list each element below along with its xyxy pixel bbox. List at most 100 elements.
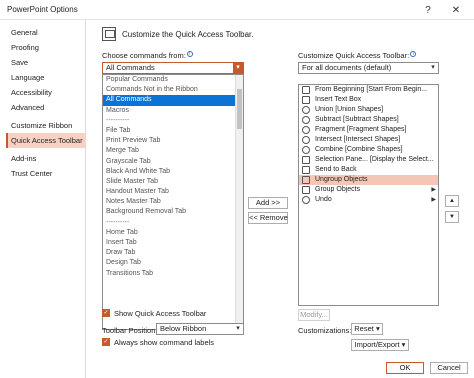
list-item-label: Undo	[315, 196, 332, 203]
add-button[interactable]: Add >>	[248, 197, 288, 209]
dropdown-option[interactable]: Background Removal Tab	[103, 207, 243, 217]
window-title: PowerPoint Options	[7, 5, 78, 14]
list-item-label: Insert Text Box	[315, 96, 362, 103]
modify-button[interactable]: Modify...	[298, 309, 330, 321]
page-title: Customize the Quick Access Toolbar.	[122, 30, 254, 39]
list-item[interactable]: Union [Union Shapes]	[299, 105, 438, 115]
chevron-down-icon[interactable]: ▾	[233, 324, 243, 334]
nav-item-save[interactable]: Save	[6, 55, 86, 70]
dropdown-option[interactable]: Handout Master Tab	[103, 187, 243, 197]
list-item-label: Subtract [Subtract Shapes]	[315, 116, 399, 123]
dropdown-option[interactable]: Macros	[103, 106, 243, 116]
nav-item-proofing[interactable]: Proofing	[6, 40, 86, 55]
nav-item-accessibility[interactable]: Accessibility	[6, 85, 86, 100]
dropdown-option[interactable]: Black And White Tab	[103, 167, 243, 177]
list-item[interactable]: Insert Text Box	[299, 95, 438, 105]
textbox-icon	[302, 96, 310, 104]
import-export-button[interactable]: Import/Export ▾	[351, 339, 409, 351]
list-item[interactable]: Selection Pane... [Display the Select...	[299, 155, 438, 165]
dropdown-option[interactable]: File Tab	[103, 126, 243, 136]
nav-item-trust-center[interactable]: Trust Center	[6, 166, 86, 181]
ok-button[interactable]: OK	[386, 362, 424, 374]
commands-dropdown-list[interactable]: Popular Commands Commands Not in the Rib…	[102, 74, 244, 330]
always-show-labels-checkbox[interactable]: ✓	[102, 338, 110, 346]
subtract-icon	[302, 116, 310, 124]
dropdown-option[interactable]: Design Tab	[103, 258, 243, 268]
list-item[interactable]: Send to Back	[299, 165, 438, 175]
move-up-button[interactable]: ▲	[445, 195, 459, 207]
fragment-icon	[302, 126, 310, 134]
customizations-label: Customizations:	[298, 326, 352, 335]
customize-scope-select[interactable]: For all documents (default) ▾	[298, 62, 439, 74]
dropdown-option[interactable]: Insert Tab	[103, 238, 243, 248]
list-item-selected[interactable]: Ungroup Objects	[299, 175, 438, 185]
dropdown-option[interactable]: Slide Master Tab	[103, 177, 243, 187]
dropdown-option[interactable]: Popular Commands	[103, 75, 243, 85]
list-item-label: From Beginning [Start From Begin...	[315, 86, 428, 93]
title-bar: PowerPoint Options ? ✕	[0, 0, 474, 20]
list-item[interactable]: Subtract [Subtract Shapes]	[299, 115, 438, 125]
list-item-label: Selection Pane... [Display the Select...	[315, 156, 434, 163]
nav-item-advanced[interactable]: Advanced	[6, 100, 86, 115]
choose-commands-label: Choose commands from: i	[102, 51, 193, 60]
list-item-label: Ungroup Objects	[315, 176, 368, 183]
chevron-down-icon[interactable]: ▾	[233, 63, 243, 73]
chevron-down-icon[interactable]: ▾	[428, 63, 438, 73]
show-toolbar-checkbox[interactable]: ✓	[102, 309, 110, 317]
union-icon	[302, 106, 310, 114]
dropdown-option[interactable]: Grayscale Tab	[103, 157, 243, 167]
dropdown-option[interactable]: Print Preview Tab	[103, 136, 243, 146]
list-item[interactable]: Fragment [Fragment Shapes]	[299, 125, 438, 135]
toolbar-position-select[interactable]: Below Ribbon ▾	[156, 323, 244, 335]
help-button[interactable]: ?	[420, 2, 436, 18]
choose-commands-text: Choose commands from:	[102, 51, 186, 60]
list-item-label: Send to Back	[315, 166, 357, 173]
scrollbar-thumb[interactable]	[237, 89, 242, 129]
combine-icon	[302, 146, 310, 154]
reset-button[interactable]: Reset ▾	[351, 323, 383, 335]
info-icon: i	[186, 51, 193, 57]
nav-item-customize-ribbon[interactable]: Customize Ribbon	[6, 118, 86, 133]
list-item[interactable]: Intersect [Intersect Shapes]	[299, 135, 438, 145]
list-item[interactable]: From Beginning [Start From Begin...	[299, 85, 438, 95]
dropdown-option[interactable]: Merge Tab	[103, 146, 243, 156]
choose-commands-value: All Commands	[106, 63, 155, 72]
nav-item-quick-access-toolbar[interactable]: Quick Access Toolbar	[6, 133, 86, 148]
main-panel: Customize the Quick Access Toolbar. Choo…	[86, 20, 474, 378]
dropdown-separator: ----------	[106, 218, 130, 226]
ungroup-icon	[302, 176, 310, 184]
send-back-icon	[302, 166, 310, 174]
list-item-label: Group Objects	[315, 186, 361, 193]
customize-toolbar-text: Customize Quick Access Toolbar:	[298, 51, 410, 60]
dropdown-option[interactable]: Home Tab	[103, 228, 243, 238]
toolbar-commands-list[interactable]: From Beginning [Start From Begin... Inse…	[298, 84, 439, 306]
dropdown-scrollbar[interactable]	[235, 75, 243, 329]
slideshow-icon	[302, 86, 310, 94]
list-item[interactable]: Undo ▶	[299, 195, 438, 205]
chevron-right-icon[interactable]: ▶	[431, 185, 436, 195]
chevron-right-icon[interactable]: ▶	[431, 195, 436, 205]
dropdown-option[interactable]: Commands Not in the Ribbon	[103, 85, 243, 95]
nav-item-general[interactable]: General	[6, 25, 86, 40]
always-show-labels-label: Always show command labels	[114, 338, 215, 347]
list-item-label: Combine [Combine Shapes]	[315, 146, 403, 153]
move-down-button[interactable]: ▼	[445, 211, 459, 223]
dropdown-option[interactable]: Transitions Tab	[103, 269, 243, 279]
nav-item-language[interactable]: Language	[6, 70, 86, 85]
undo-icon	[302, 196, 310, 204]
nav-item-add-ins[interactable]: Add-ins	[6, 151, 86, 166]
toolbar-position-label: Toolbar Position	[102, 326, 156, 335]
dropdown-option[interactable]: Draw Tab	[103, 248, 243, 258]
list-item[interactable]: Group Objects ▶	[299, 185, 438, 195]
close-button[interactable]: ✕	[448, 2, 464, 18]
options-nav: General Proofing Save Language Accessibi…	[0, 20, 86, 378]
info-icon: i	[410, 51, 417, 57]
dropdown-option-selected[interactable]: All Commands	[103, 95, 243, 106]
list-item[interactable]: Combine [Combine Shapes]	[299, 145, 438, 155]
cancel-button[interactable]: Cancel	[430, 362, 468, 374]
dropdown-separator: ----------	[106, 116, 130, 124]
remove-button[interactable]: << Remove	[248, 212, 288, 224]
dropdown-option[interactable]: Notes Master Tab	[103, 197, 243, 207]
list-item-label: Intersect [Intersect Shapes]	[315, 136, 401, 143]
choose-commands-select[interactable]: All Commands ▾	[102, 62, 244, 74]
